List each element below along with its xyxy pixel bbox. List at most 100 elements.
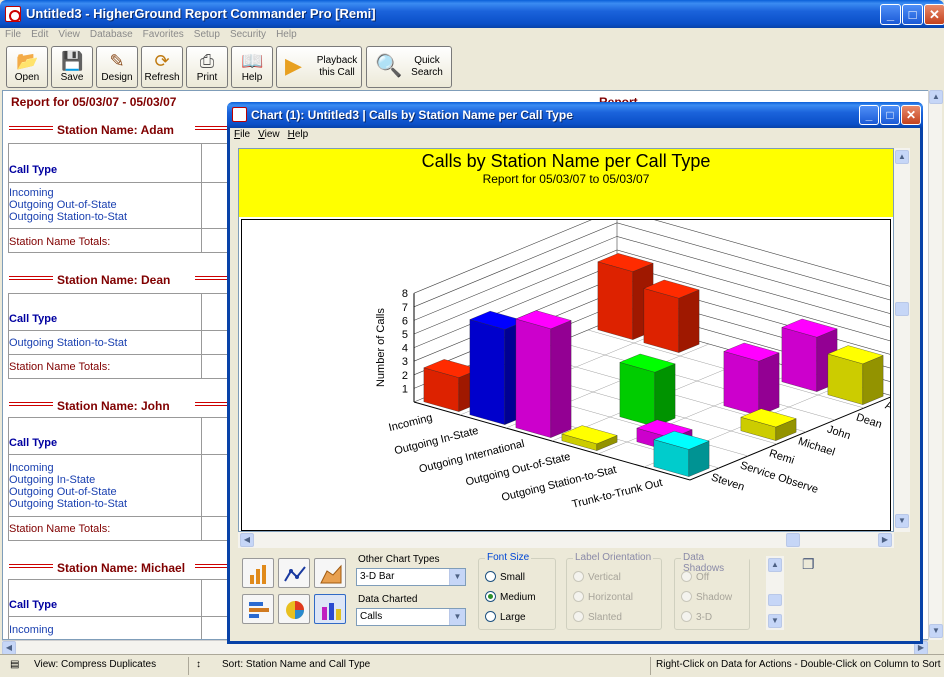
chart-window-title-bar[interactable]: Chart (1): Untitled3 | Calls by Station … bbox=[227, 102, 923, 128]
close-button[interactable]: ✕ bbox=[924, 4, 944, 25]
chart-window[interactable]: Chart (1): Untitled3 | Calls by Station … bbox=[227, 102, 923, 644]
print-button[interactable]: ⎙ Print bbox=[186, 46, 228, 88]
menu-database[interactable]: Database bbox=[85, 28, 138, 40]
bar-front-face[interactable] bbox=[781, 327, 817, 392]
menu-file[interactable]: File bbox=[0, 28, 26, 40]
list-item[interactable]: Outgoing Station-to-Stat bbox=[9, 498, 127, 510]
save-button[interactable]: 💾 Save bbox=[51, 46, 93, 88]
chart-minimize-button[interactable]: _ bbox=[859, 105, 879, 125]
quick-search-button[interactable]: 🔍 Quick Search bbox=[366, 46, 452, 88]
bar-3d[interactable] bbox=[723, 342, 780, 416]
controls-scrollbar[interactable]: ▲ ▼ bbox=[766, 556, 784, 630]
shadow-off-radio[interactable]: Off bbox=[681, 571, 709, 583]
list-item[interactable]: Outgoing Station-to-Stat bbox=[9, 337, 127, 349]
orientation-vertical-radio[interactable]: Vertical bbox=[573, 571, 621, 583]
scroll-down-icon[interactable]: ▼ bbox=[895, 514, 909, 528]
font-size-large-radio[interactable]: Large bbox=[485, 611, 526, 623]
font-size-small-radio[interactable]: Small bbox=[485, 571, 525, 583]
menu-security[interactable]: Security bbox=[225, 28, 271, 40]
scroll-down-icon[interactable]: ▼ bbox=[768, 614, 782, 628]
font-size-medium-radio[interactable]: Medium bbox=[485, 591, 536, 603]
maximize-button[interactable]: □ bbox=[902, 4, 923, 25]
chart-menu-help[interactable]: Help bbox=[284, 129, 313, 140]
chart-maximize-button[interactable]: □ bbox=[880, 105, 900, 125]
chart-close-button[interactable]: ✕ bbox=[901, 105, 921, 125]
main-title-bar[interactable]: Untitled3 - HigherGround Report Commande… bbox=[0, 0, 944, 28]
bar-front-face[interactable] bbox=[643, 288, 679, 353]
bar-front-face[interactable] bbox=[597, 261, 633, 340]
list-item[interactable]: Incoming bbox=[9, 187, 54, 199]
orientation-slanted-radio[interactable]: Slanted bbox=[573, 611, 622, 623]
bar-3d[interactable] bbox=[515, 310, 572, 438]
hbar-chart-type-button[interactable] bbox=[242, 594, 274, 624]
bar-side-face[interactable] bbox=[678, 289, 700, 353]
scroll-up-icon[interactable]: ▲ bbox=[895, 150, 909, 164]
list-item[interactable]: Incoming bbox=[9, 624, 54, 636]
col-header-call-type[interactable]: Call Type bbox=[9, 164, 57, 176]
shadow-3d-radio[interactable]: 3-D bbox=[681, 611, 712, 623]
menu-help[interactable]: Help bbox=[271, 28, 302, 40]
shadow-shadow-radio[interactable]: Shadow bbox=[681, 591, 732, 603]
copy-chart-icon[interactable]: ❐ bbox=[802, 556, 815, 573]
scroll-thumb[interactable] bbox=[768, 594, 782, 606]
scroll-left-icon[interactable]: ◀ bbox=[240, 533, 254, 547]
3d-bar-chart-type-button[interactable] bbox=[314, 594, 346, 624]
list-item[interactable]: Outgoing In-State bbox=[9, 474, 95, 486]
list-item[interactable]: Outgoing Out-of-State bbox=[9, 199, 117, 211]
playback-button[interactable]: ▶ Playback this Call bbox=[276, 46, 362, 88]
help-button[interactable]: 📖 Help bbox=[231, 46, 273, 88]
chevron-down-icon[interactable]: ▼ bbox=[449, 569, 465, 585]
app-icon[interactable] bbox=[5, 6, 21, 22]
pie-chart-type-button[interactable] bbox=[278, 594, 310, 624]
chart-menu-file[interactable]: File bbox=[230, 129, 254, 140]
scroll-down-icon[interactable]: ▼ bbox=[929, 624, 943, 638]
list-item[interactable]: Incoming bbox=[9, 462, 54, 474]
col-header-call-type[interactable]: Call Type bbox=[9, 599, 57, 611]
bar-3d[interactable] bbox=[827, 345, 884, 405]
bar-front-face[interactable] bbox=[619, 362, 655, 427]
scroll-thumb[interactable] bbox=[786, 533, 800, 547]
orientation-horizontal-radio[interactable]: Horizontal bbox=[573, 591, 633, 603]
menu-setup[interactable]: Setup bbox=[189, 28, 225, 40]
bar-front-face[interactable] bbox=[469, 319, 505, 425]
scroll-right-icon[interactable]: ▶ bbox=[878, 533, 892, 547]
chart-vertical-scrollbar[interactable]: ▲ ▼ bbox=[894, 148, 910, 532]
bar-side-face[interactable] bbox=[862, 355, 884, 405]
menu-favorites[interactable]: Favorites bbox=[138, 28, 189, 40]
report-vertical-scrollbar[interactable]: ▲ ▼ bbox=[928, 90, 943, 640]
scroll-up-icon[interactable]: ▲ bbox=[929, 90, 943, 104]
menu-edit[interactable]: Edit bbox=[26, 28, 53, 40]
bar-front-face[interactable] bbox=[723, 351, 759, 416]
bar-3d[interactable] bbox=[740, 408, 797, 441]
bar-side-face[interactable] bbox=[758, 352, 780, 416]
line-chart-type-button[interactable] bbox=[278, 558, 310, 588]
chart-app-icon[interactable] bbox=[232, 107, 247, 122]
area-chart-type-button[interactable] bbox=[314, 558, 346, 588]
list-item[interactable]: Outgoing Out-of-State bbox=[9, 486, 117, 498]
open-button[interactable]: 📂 Open bbox=[6, 46, 48, 88]
other-chart-types-select[interactable]: 3-D Bar ▼ bbox=[356, 568, 466, 586]
chart-3d-bar[interactable]: 12345678Number of CallsIncomingOutgoing … bbox=[242, 220, 890, 530]
scroll-left-icon[interactable]: ◀ bbox=[2, 641, 16, 655]
list-item[interactable]: Outgoing Station-to-Stat bbox=[9, 211, 127, 223]
chart-menu-view[interactable]: View bbox=[254, 129, 284, 140]
chevron-down-icon[interactable]: ▼ bbox=[449, 609, 465, 625]
bar-chart-type-button[interactable] bbox=[242, 558, 274, 588]
chart-area[interactable]: Calls by Station Name per Call Type Repo… bbox=[238, 148, 894, 532]
scroll-up-icon[interactable]: ▲ bbox=[768, 558, 782, 572]
bar-3d[interactable] bbox=[643, 279, 700, 353]
data-charted-select[interactable]: Calls ▼ bbox=[356, 608, 466, 626]
col-header-call-type[interactable]: Call Type bbox=[9, 437, 57, 449]
bar-side-face[interactable] bbox=[654, 363, 676, 427]
refresh-button[interactable]: ⟳ Refresh bbox=[141, 46, 183, 88]
menu-view[interactable]: View bbox=[53, 28, 85, 40]
bar-side-face[interactable] bbox=[550, 320, 572, 438]
design-button[interactable]: ✎ Design bbox=[96, 46, 138, 88]
col-header-call-type[interactable]: Call Type bbox=[9, 313, 57, 325]
minimize-button[interactable]: _ bbox=[880, 4, 901, 25]
scroll-thumb[interactable] bbox=[895, 302, 909, 316]
bar-3d[interactable] bbox=[619, 353, 676, 427]
bar-front-face[interactable] bbox=[515, 318, 551, 438]
bar-3d[interactable] bbox=[653, 431, 710, 477]
chart-horizontal-scrollbar[interactable]: ◀ ▶ bbox=[238, 532, 894, 548]
